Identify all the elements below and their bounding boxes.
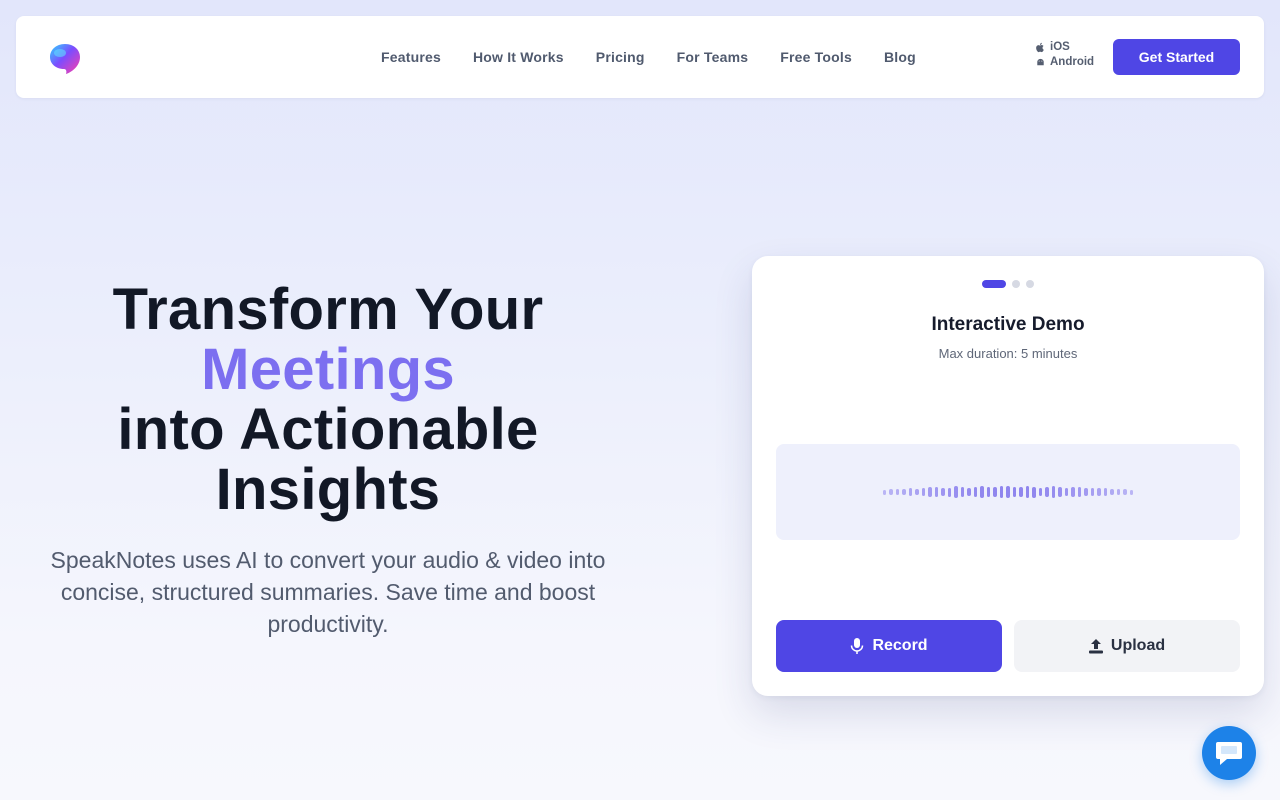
waveform-bar	[993, 487, 997, 497]
nav-links: Features How It Works Pricing For Teams …	[381, 16, 916, 98]
waveform-bar	[954, 486, 958, 498]
waveform-bar	[980, 485, 984, 499]
android-app-link[interactable]: Android	[1035, 56, 1094, 68]
demo-duration-note: Max duration: 5 minutes	[938, 346, 1078, 361]
waveform-bar	[941, 488, 945, 496]
nav-link-free-tools[interactable]: Free Tools	[780, 49, 852, 65]
hero-subtitle: SpeakNotes uses AI to convert your audio…	[50, 547, 606, 637]
ios-label: iOS	[1050, 41, 1070, 53]
microphone-icon	[851, 638, 864, 654]
waveform-bar	[947, 487, 952, 497]
interactive-demo-card: Interactive Demo Max duration: 5 minutes…	[752, 256, 1264, 696]
waveform-bar	[921, 488, 926, 496]
waveform-bar	[1110, 489, 1114, 495]
hero-title-line1: Transform Your	[112, 277, 544, 342]
waveform-bar	[1032, 486, 1036, 498]
waveform-bar	[1077, 487, 1082, 497]
waveform-bar	[1012, 487, 1017, 497]
waveform-bar	[1103, 488, 1108, 496]
waveform-bar	[895, 489, 900, 495]
waveform-bar	[973, 486, 978, 498]
waveform-bar	[1116, 489, 1121, 495]
get-started-button[interactable]: Get Started	[1113, 39, 1240, 75]
upload-icon	[1088, 639, 1103, 654]
waveform-bar	[889, 489, 893, 495]
record-button[interactable]: Record	[776, 620, 1002, 672]
hero-title-accent: Meetings	[201, 337, 455, 402]
audio-waveform-panel	[776, 444, 1240, 540]
waveform-bar	[1019, 486, 1023, 498]
waveform-bar	[1071, 487, 1075, 497]
waveform-bar	[1038, 487, 1043, 497]
apple-icon	[1036, 42, 1044, 52]
chat-bubble-icon	[1216, 742, 1242, 765]
waveform-bar	[1025, 485, 1030, 499]
waveform-bar	[1129, 489, 1134, 495]
waveform-bar	[1045, 486, 1049, 498]
hero-title-line3: into Actionable	[117, 397, 539, 462]
audio-waveform	[882, 482, 1134, 502]
android-label: Android	[1050, 56, 1095, 68]
hero-title-line4: Insights	[215, 457, 441, 522]
upload-button[interactable]: Upload	[1014, 620, 1240, 672]
nav-link-blog[interactable]: Blog	[884, 49, 916, 65]
waveform-bar	[928, 487, 932, 497]
waveform-bar	[1064, 487, 1069, 497]
carousel-dot-3[interactable]	[1026, 280, 1034, 288]
upload-label: Upload	[1110, 637, 1166, 654]
carousel-dots	[752, 280, 1264, 288]
speaknotes-logo[interactable]	[48, 41, 82, 75]
waveform-bar	[999, 485, 1004, 499]
chat-widget-button[interactable]	[1202, 726, 1256, 780]
waveform-bar	[915, 488, 919, 496]
hero-title: Transform Your Meetings into Actionable …	[28, 280, 628, 520]
android-icon	[1037, 58, 1044, 65]
waveform-bar	[1058, 487, 1062, 497]
nav-link-features[interactable]: Features	[381, 49, 441, 65]
waveform-bar	[902, 488, 906, 496]
waveform-bar	[934, 487, 939, 497]
waveform-bar	[1006, 485, 1010, 499]
carousel-dot-1[interactable]	[982, 280, 1006, 288]
demo-title: Interactive Demo	[931, 314, 1085, 335]
waveform-bar	[1051, 486, 1056, 498]
waveform-bar	[967, 487, 971, 497]
waveform-bar	[882, 489, 887, 495]
waveform-bar	[1084, 488, 1088, 496]
waveform-bar	[960, 486, 965, 498]
record-label: Record	[872, 637, 928, 654]
nav-link-for-teams[interactable]: For Teams	[677, 49, 749, 65]
carousel-dot-2[interactable]	[1012, 280, 1020, 288]
app-store-links: iOS Android	[1035, 41, 1094, 68]
ios-app-link[interactable]: iOS	[1035, 41, 1094, 53]
waveform-bar	[986, 487, 991, 497]
waveform-bar	[1097, 487, 1101, 497]
top-navbar: Features How It Works Pricing For Teams …	[16, 16, 1264, 98]
nav-link-pricing[interactable]: Pricing	[596, 49, 645, 65]
waveform-bar	[908, 488, 913, 496]
waveform-bar	[1090, 488, 1095, 496]
waveform-bar	[1123, 489, 1127, 495]
nav-link-how-it-works[interactable]: How It Works	[473, 49, 564, 65]
